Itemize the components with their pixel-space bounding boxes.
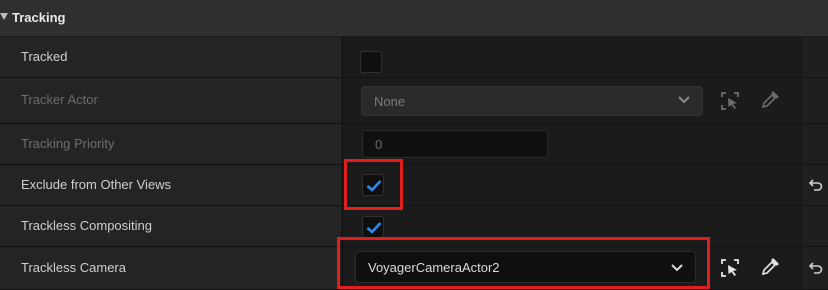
reset-column bbox=[801, 37, 828, 77]
property-row-tracked: Tracked bbox=[0, 37, 828, 78]
property-row-tracker-actor: Tracker Actor None bbox=[0, 78, 828, 124]
column-divider[interactable] bbox=[342, 37, 343, 77]
tracking-priority-field[interactable]: 0 bbox=[362, 130, 548, 158]
column-divider[interactable] bbox=[342, 165, 343, 205]
property-label: Trackless Compositing bbox=[21, 218, 153, 233]
section-title: Tracking bbox=[12, 10, 66, 25]
reset-to-default-icon[interactable] bbox=[809, 178, 823, 192]
reset-column bbox=[801, 206, 828, 246]
highlight-box-camera-dropdown bbox=[337, 237, 710, 289]
tracking-section-header[interactable]: Tracking bbox=[0, 0, 828, 37]
details-panel: Tracking Tracked Tracker Actor None Trac… bbox=[0, 0, 828, 290]
property-row-exclude-from-other-views: Exclude from Other Views bbox=[0, 165, 828, 206]
reset-column bbox=[801, 247, 828, 289]
reset-column bbox=[801, 165, 828, 205]
reset-column bbox=[801, 124, 828, 164]
reset-column bbox=[801, 78, 828, 123]
numeric-value: 0 bbox=[375, 137, 383, 152]
property-name-cell: Exclude from Other Views bbox=[0, 165, 341, 205]
chevron-down-icon bbox=[678, 96, 690, 104]
dropdown-value: None bbox=[374, 94, 406, 109]
property-name-cell: Tracker Actor bbox=[0, 78, 341, 123]
property-label: Tracked bbox=[21, 49, 68, 64]
checkmark-icon bbox=[366, 222, 382, 234]
column-divider[interactable] bbox=[342, 124, 343, 164]
property-row-tracking-priority: Tracking Priority 0 bbox=[0, 124, 828, 165]
highlight-box-checkbox bbox=[344, 159, 403, 210]
property-label: Tracker Actor bbox=[21, 92, 98, 107]
eyedropper-icon[interactable] bbox=[760, 90, 780, 110]
select-actor-icon[interactable] bbox=[720, 258, 740, 278]
property-name-cell: Trackless Camera bbox=[0, 247, 341, 289]
property-name-cell: Tracking Priority bbox=[0, 124, 341, 164]
property-name-cell: Tracked bbox=[0, 37, 341, 77]
tracked-checkbox[interactable] bbox=[360, 51, 382, 73]
column-divider[interactable] bbox=[342, 78, 343, 123]
eyedropper-icon[interactable] bbox=[760, 257, 780, 277]
property-label: Tracking Priority bbox=[21, 136, 115, 151]
select-actor-icon[interactable] bbox=[720, 91, 740, 111]
property-label: Trackless Camera bbox=[21, 260, 126, 275]
property-name-cell: Trackless Compositing bbox=[0, 206, 341, 246]
collapse-arrow-icon[interactable] bbox=[0, 13, 8, 20]
trackless-compositing-checkbox[interactable] bbox=[362, 216, 384, 238]
tracker-actor-dropdown[interactable]: None bbox=[361, 86, 703, 116]
reset-to-default-icon[interactable] bbox=[809, 261, 823, 275]
property-label: Exclude from Other Views bbox=[21, 177, 172, 192]
